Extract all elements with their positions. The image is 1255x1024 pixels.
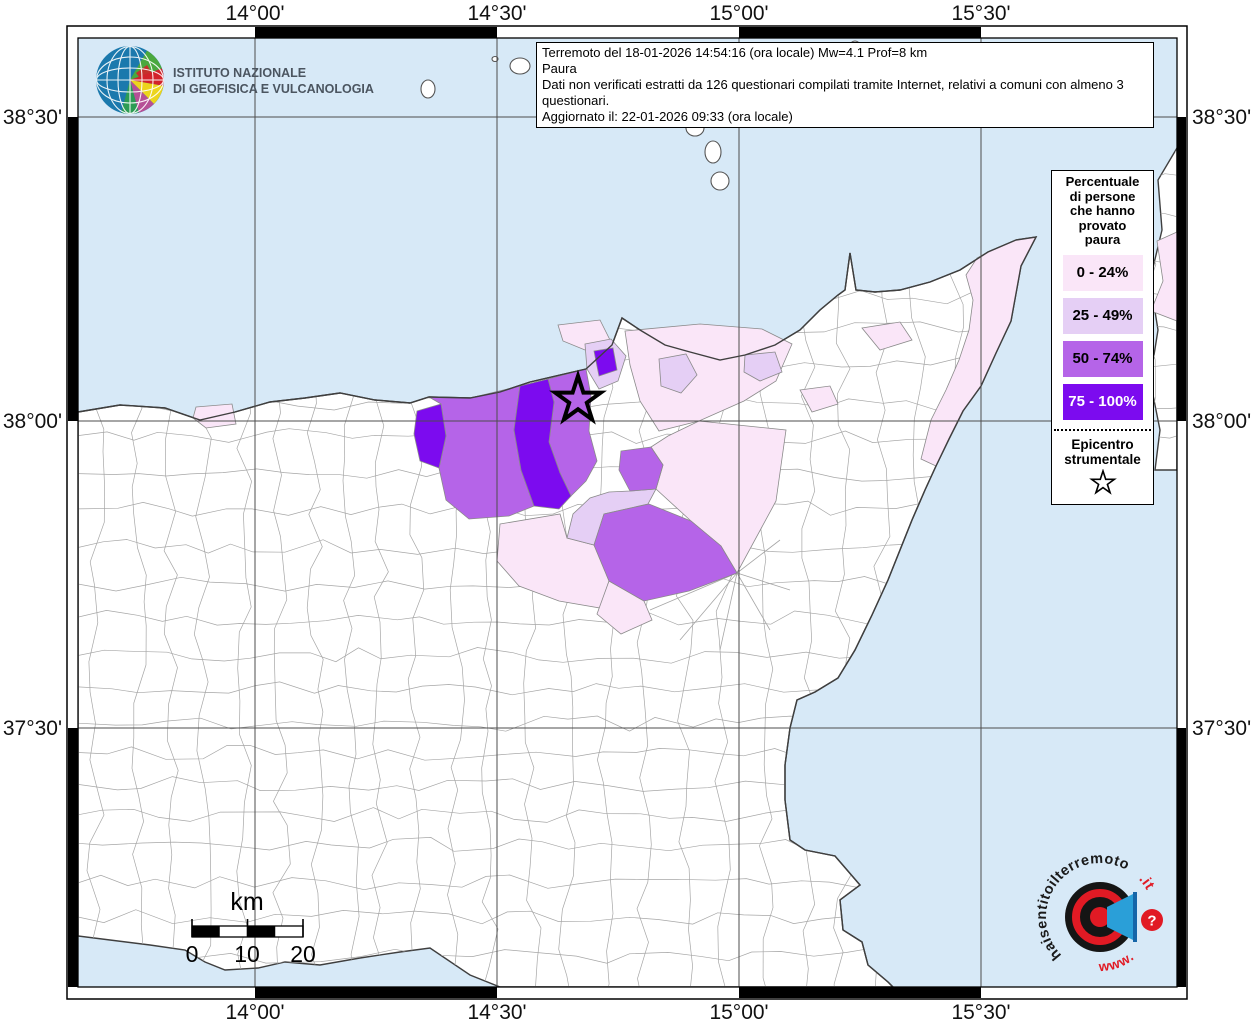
map-svg: ISTITUTO NAZIONALE DI GEOFISICA E VULCAN… <box>0 0 1255 1024</box>
axis-label-top-14-00: 14°00' <box>225 2 284 26</box>
axis-label-top-14-30: 14°30' <box>467 2 526 26</box>
axis-label-bottom-14-30: 14°30' <box>467 1001 526 1024</box>
axis-label-left-38-00: 38°00' <box>0 410 62 434</box>
ingv-logo-line1: ISTITUTO NAZIONALE <box>173 66 306 80</box>
axis-label-top-15-00: 15°00' <box>709 2 768 26</box>
scale-label-20: 20 <box>290 941 316 968</box>
legend-swatch-75-100: 75 - 100% <box>1063 384 1143 420</box>
axis-label-bottom-15-30: 15°30' <box>951 1001 1010 1024</box>
event-metric: Paura <box>542 61 1148 77</box>
legend-epicenter-line2: strumentale <box>1052 452 1153 467</box>
legend-swatch-25-49: 25 - 49% <box>1063 298 1143 334</box>
axis-label-bottom-15-00: 15°00' <box>709 1001 768 1024</box>
axis-label-right-38-30: 38°30' <box>1192 106 1251 130</box>
scale-unit-label: km <box>207 888 287 917</box>
axis-label-top-15-30: 15°30' <box>951 2 1010 26</box>
event-updated: Aggiornato il: 22-01-2026 09:33 (ora loc… <box>542 109 1148 125</box>
legend-label-75-100: 75 - 100% <box>1068 393 1136 410</box>
question-mark: ? <box>1147 913 1156 930</box>
legend-swatch-50-74: 50 - 74% <box>1063 341 1143 377</box>
event-disclaimer: Dati non verificati estratti da 126 ques… <box>542 77 1148 109</box>
legend-label-50-74: 50 - 74% <box>1072 350 1132 367</box>
legend-star-icon <box>1089 469 1117 497</box>
axis-label-right-37-30: 37°30' <box>1192 717 1251 741</box>
legend-title: Percentuale di persone che hanno provato… <box>1052 175 1153 248</box>
axis-label-bottom-14-00: 14°00' <box>225 1001 284 1024</box>
legend-label-0-24: 0 - 24% <box>1077 264 1129 281</box>
axis-label-left-38-30: 38°30' <box>0 106 62 130</box>
event-info-box: Terremoto del 18-01-2026 14:54:16 (ora l… <box>536 42 1154 128</box>
map-page: ISTITUTO NAZIONALE DI GEOFISICA E VULCAN… <box>0 0 1255 1024</box>
axis-label-left-37-30: 37°30' <box>0 717 62 741</box>
legend-epicenter-line1: Epicentro <box>1052 437 1153 452</box>
legend-separator <box>1054 429 1151 431</box>
ingv-logo-line2: DI GEOFISICA E VULCANOLOGIA <box>173 82 374 96</box>
legend-swatch-0-24: 0 - 24% <box>1063 255 1143 291</box>
legend: Percentuale di persone che hanno provato… <box>1051 170 1154 505</box>
event-title: Terremoto del 18-01-2026 14:54:16 (ora l… <box>542 45 1148 61</box>
legend-label-25-49: 25 - 49% <box>1072 307 1132 324</box>
scale-label-0: 0 <box>186 941 199 968</box>
scale-label-10: 10 <box>234 941 260 968</box>
axis-label-right-38-00: 38°00' <box>1192 410 1251 434</box>
